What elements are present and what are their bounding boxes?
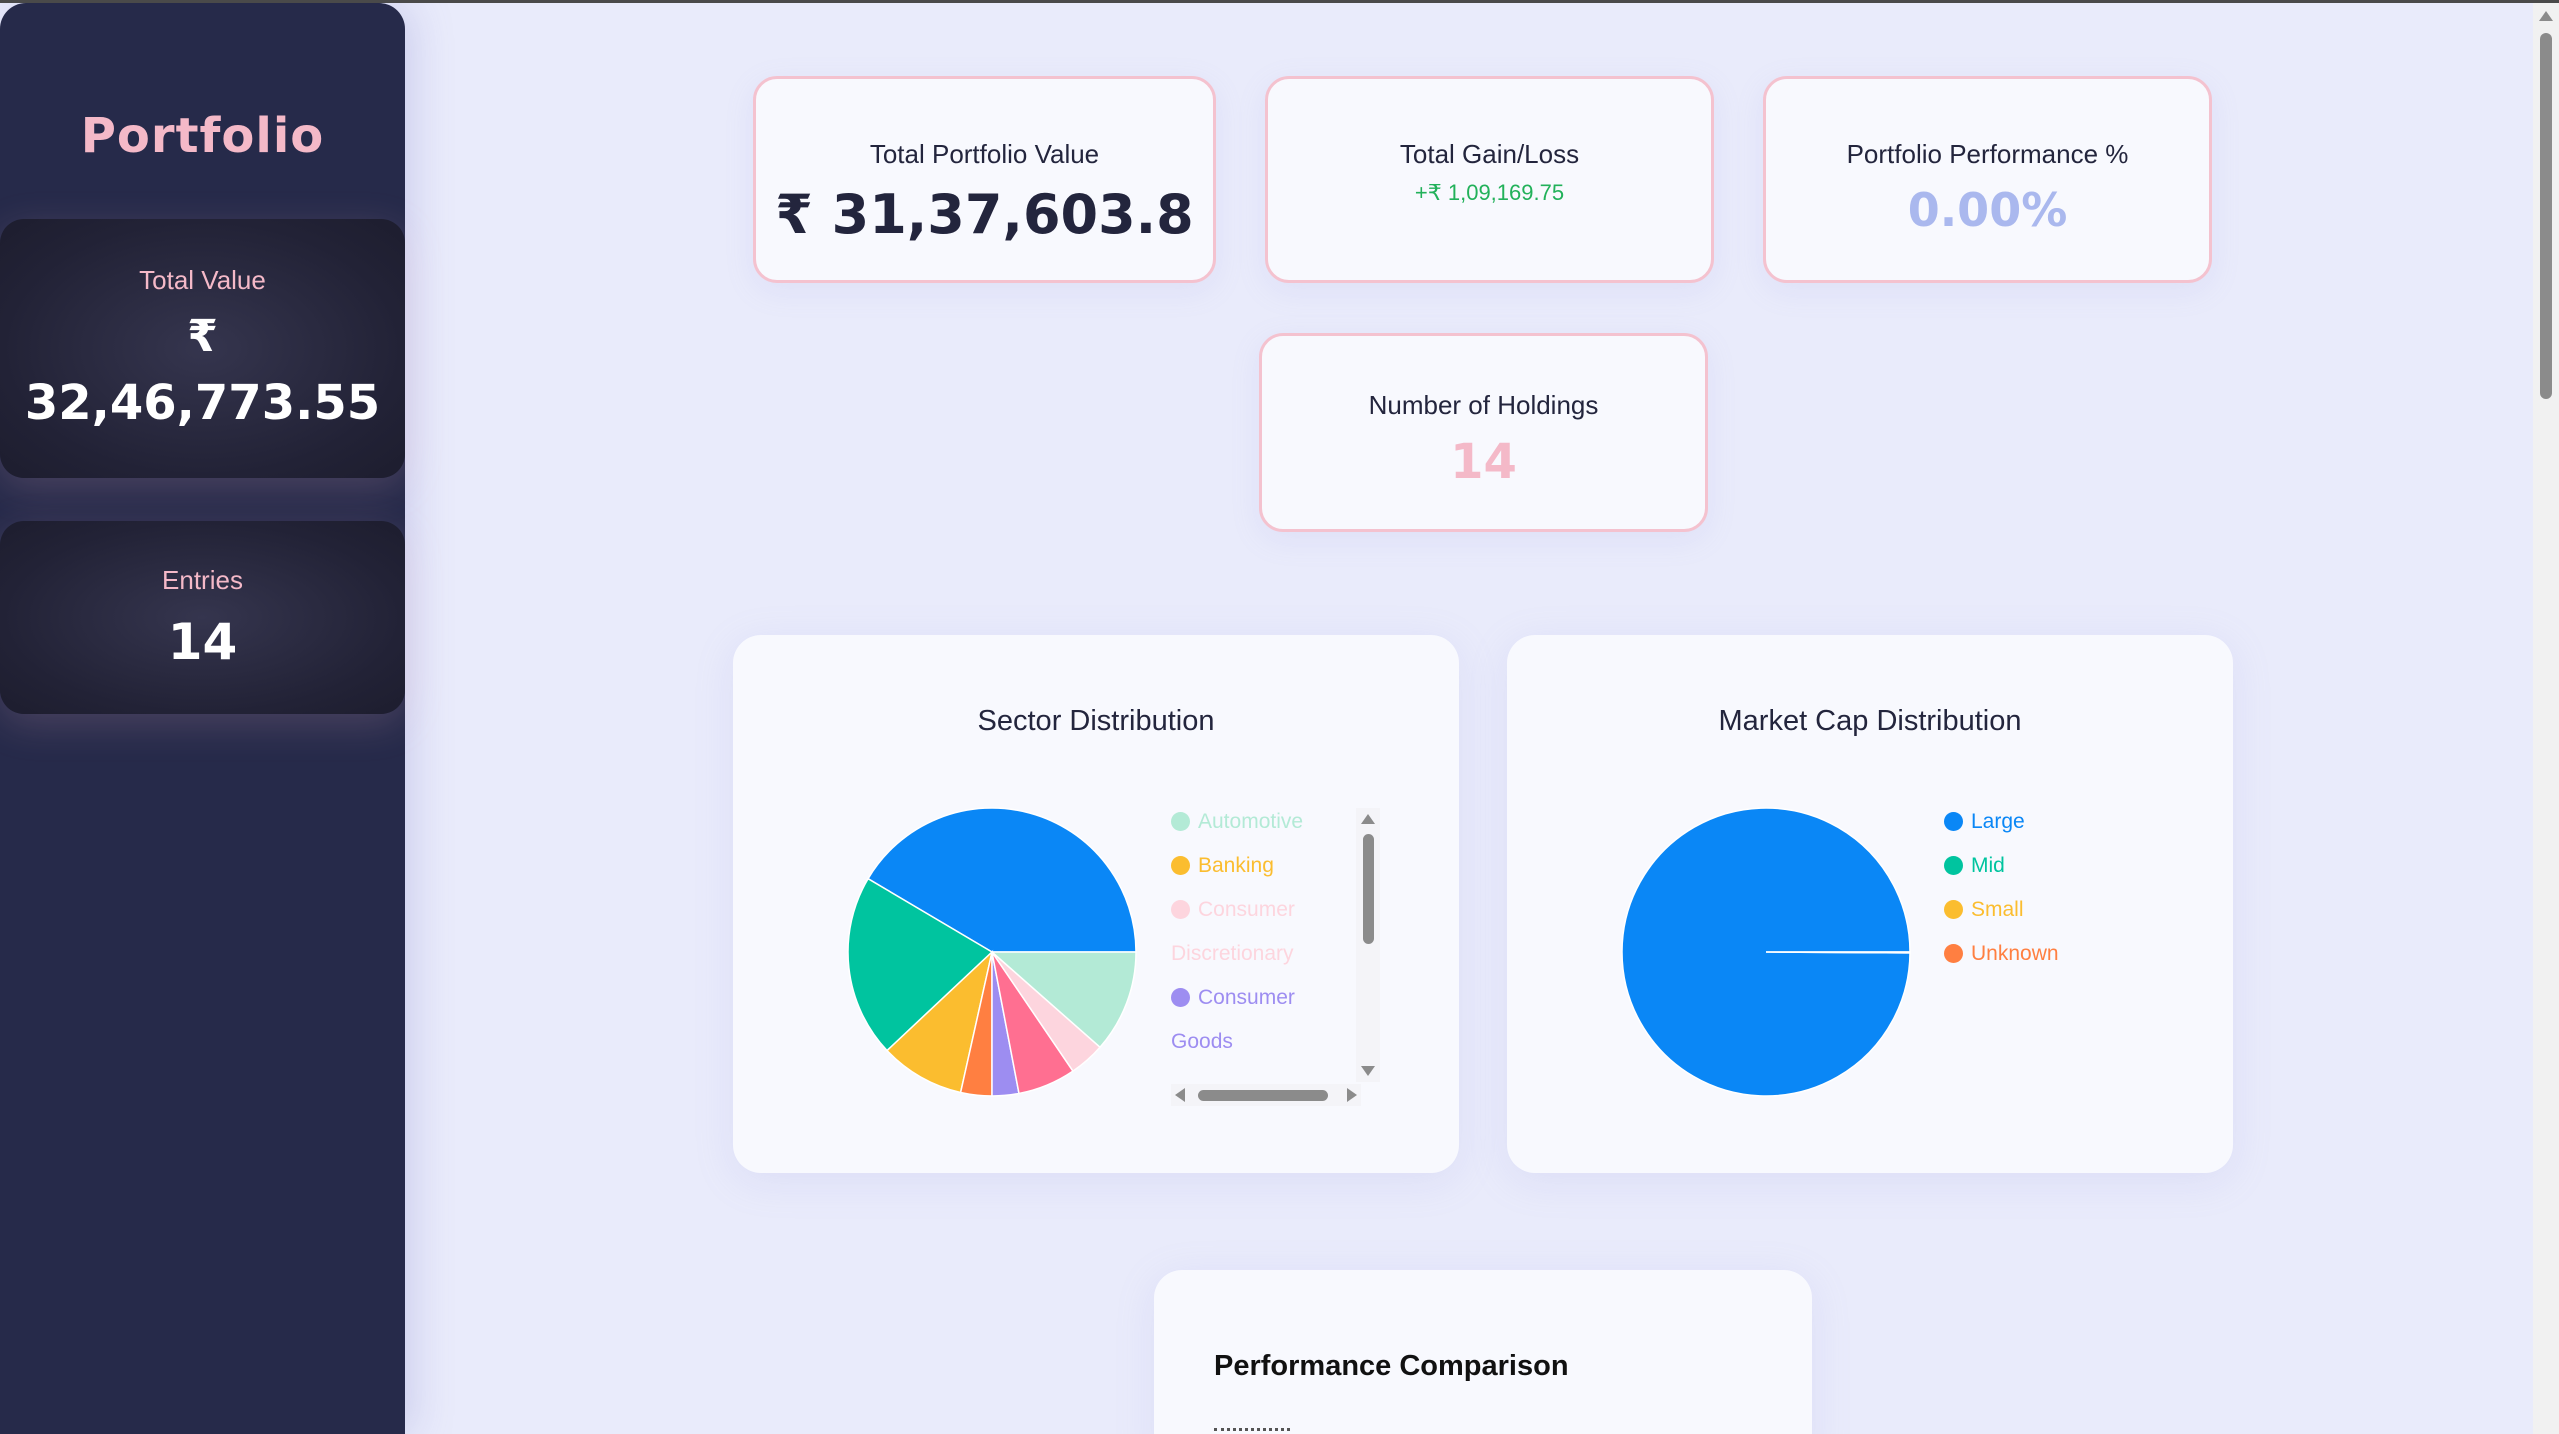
legend-label: Large xyxy=(1971,810,2025,833)
legend-item[interactable]: Large xyxy=(1944,810,2025,834)
performance-comparison-panel: Performance Comparison xyxy=(1154,1270,1812,1434)
entries-label: Entries xyxy=(162,565,243,595)
legend-label: Consumer xyxy=(1198,986,1295,1009)
scroll-right-arrow-icon[interactable] xyxy=(1347,1088,1357,1102)
legend-item[interactable]: Consumer xyxy=(1171,986,1295,1010)
sector-pie-chart xyxy=(847,807,1137,1097)
stat-card-performance: Portfolio Performance % 0.00% xyxy=(1763,76,2212,283)
market-cap-legend: Large Mid Small Unknown xyxy=(1944,810,2124,1010)
legend-dot-icon xyxy=(1171,856,1190,875)
legend-dot-icon xyxy=(1171,812,1190,831)
stat-label: Total Portfolio Value xyxy=(869,139,1100,169)
legend-dot-icon xyxy=(1944,812,1963,831)
total-value-card: Total Value ₹ 32,46,773.55 xyxy=(0,219,405,478)
legend-vertical-scrollbar[interactable] xyxy=(1356,808,1380,1082)
sidebar: Portfolio Total Value ₹ 32,46,773.55 Ent… xyxy=(0,3,405,1434)
legend-label: Goods xyxy=(1171,1030,1233,1053)
legend-label: Discretionary xyxy=(1171,942,1294,965)
panel-title: Performance Comparison xyxy=(1214,1350,1569,1382)
total-value-label: Total Value xyxy=(139,265,266,295)
legend-item-continuation[interactable]: Goods xyxy=(1171,1030,1233,1054)
entries-count: 14 xyxy=(167,613,238,671)
stat-card-holdings: Number of Holdings 14 xyxy=(1259,333,1708,532)
legend-label: Unknown xyxy=(1971,942,2059,965)
legend-dot-icon xyxy=(1944,944,1963,963)
stat-value: ₹ 31,37,603.8 xyxy=(775,183,1194,246)
legend-item[interactable]: Banking xyxy=(1171,854,1274,878)
total-value-amount: 32,46,773.55 xyxy=(24,375,381,431)
brand-title: Portfolio xyxy=(80,108,325,164)
legend-item[interactable]: Automotive xyxy=(1171,810,1303,834)
stat-card-gain-loss: Total Gain/Loss +₹ 1,09,169.75 xyxy=(1265,76,1714,283)
legend-item-continuation[interactable]: Discretionary xyxy=(1171,942,1294,966)
stat-label: Number of Holdings xyxy=(1368,390,1599,420)
panel-title: Market Cap Distribution xyxy=(1718,705,2022,737)
page-scrollbar-thumb[interactable] xyxy=(2540,33,2552,399)
legend-dot-icon xyxy=(1171,988,1190,1007)
legend-label: Mid xyxy=(1971,854,2005,877)
stat-card-portfolio-value: Total Portfolio Value ₹ 31,37,603.8 xyxy=(753,76,1216,283)
legend-label: Automotive xyxy=(1198,810,1304,833)
legend-item[interactable]: Unknown xyxy=(1944,942,2059,966)
panel-title: Sector Distribution xyxy=(977,705,1215,737)
stat-label: Total Gain/Loss xyxy=(1399,139,1580,169)
legend-item[interactable]: Consumer xyxy=(1171,898,1295,922)
legend-dot-icon xyxy=(1171,900,1190,919)
scroll-down-arrow-icon[interactable] xyxy=(1361,1066,1375,1076)
scroll-up-arrow-icon[interactable] xyxy=(1361,814,1375,824)
legend-label: Small xyxy=(1971,898,2024,921)
currency-symbol: ₹ xyxy=(187,311,218,362)
stat-value: 0.00% xyxy=(1907,183,2068,237)
legend-dot-icon xyxy=(1944,900,1963,919)
chart-placeholder-dots xyxy=(1214,1428,1290,1434)
sector-legend: Automotive Banking Consumer Discretionary Co… xyxy=(1171,810,1351,1090)
stat-label: Portfolio Performance % xyxy=(1846,139,2129,169)
pie-slice-3[interactable] xyxy=(1765,951,1911,954)
legend-horizontal-scrollbar[interactable] xyxy=(1171,1084,1361,1106)
scrollbar-thumb[interactable] xyxy=(1198,1090,1328,1101)
entries-card: Entries 14 xyxy=(0,521,405,714)
market-cap-pie-chart xyxy=(1621,807,1911,1097)
scrollbar-thumb[interactable] xyxy=(1363,834,1374,944)
window-top-border xyxy=(0,0,2559,3)
stat-value: 14 xyxy=(1450,434,1517,490)
legend-dot-icon xyxy=(1944,856,1963,875)
stat-value: +₹ 1,09,169.75 xyxy=(1414,180,1565,205)
legend-item[interactable]: Mid xyxy=(1944,854,2005,878)
page-scrollbar[interactable] xyxy=(2533,3,2559,1434)
scroll-up-arrow-icon[interactable] xyxy=(2539,11,2553,21)
scroll-left-arrow-icon[interactable] xyxy=(1175,1088,1185,1102)
legend-item[interactable]: Small xyxy=(1944,898,2024,922)
legend-label: Consumer xyxy=(1198,898,1295,921)
legend-label: Banking xyxy=(1198,854,1274,877)
